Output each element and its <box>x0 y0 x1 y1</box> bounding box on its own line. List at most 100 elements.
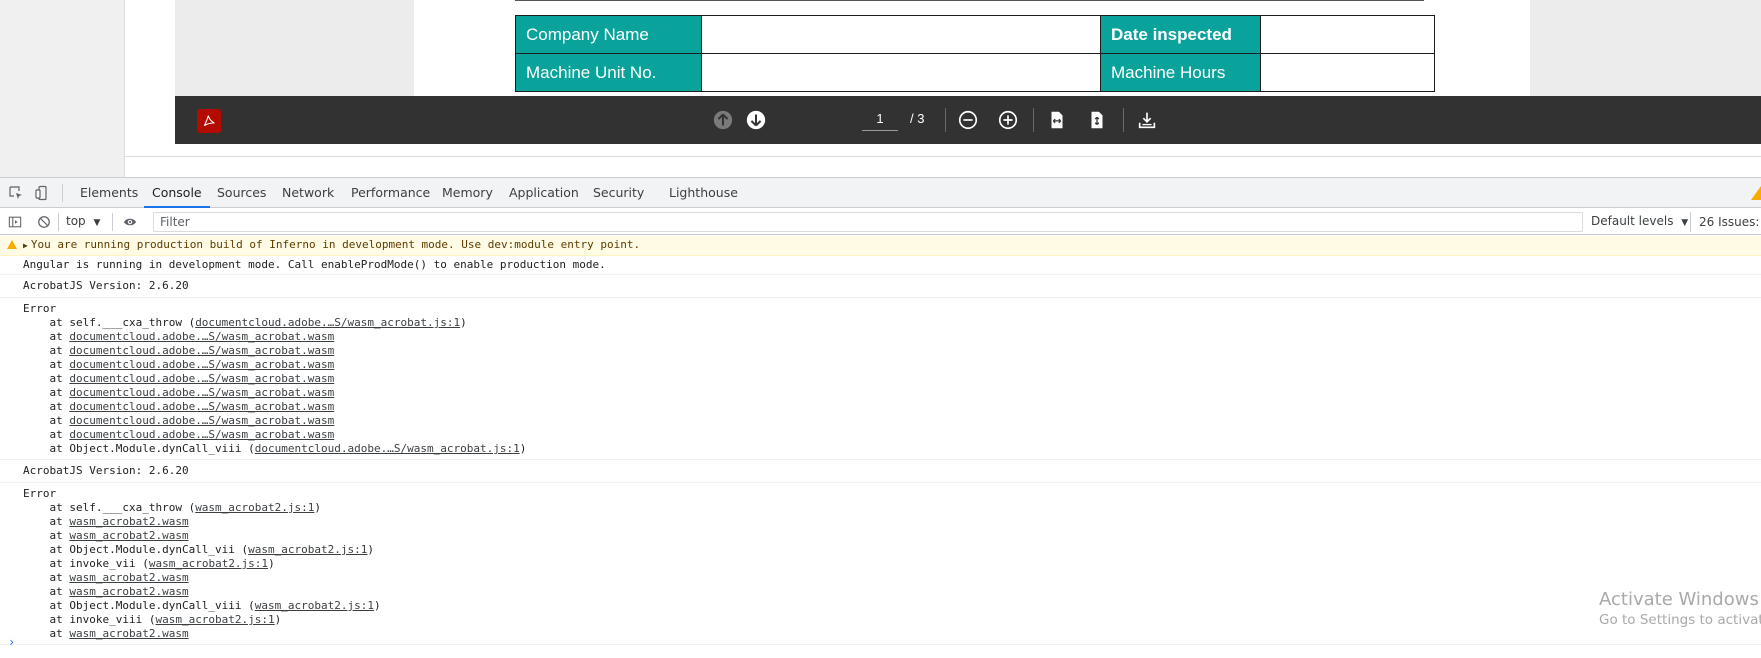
source-link[interactable]: documentcloud.adobe.…S/wasm_acrobat.js:1 <box>195 316 460 329</box>
stack-frame-text: at self.___cxa_throw ( <box>23 501 196 514</box>
stack-frame-text: ) <box>460 316 467 329</box>
source-link[interactable]: documentcloud.adobe.…S/wasm_acrobat.wasm <box>69 358 334 371</box>
tab-elements[interactable]: Elements <box>72 178 146 208</box>
stack-frame-text: at Object.Module.dynCall_viii ( <box>23 442 255 455</box>
chevron-down-icon: ▼ <box>93 218 101 228</box>
zoom-out-icon[interactable] <box>956 108 980 132</box>
stack-frame-text: at <box>23 428 70 441</box>
console-filter-bar: top ▼ Default levels ▼ 26 Issues: <box>0 209 1761 235</box>
source-link[interactable]: documentcloud.adobe.…S/wasm_acrobat.wasm <box>69 400 334 413</box>
console-error-message: Error at self.___cxa_throw (documentclou… <box>0 298 1761 460</box>
stack-frame-text: ) <box>374 599 381 612</box>
source-link[interactable]: wasm_acrobat2.js:1 <box>149 557 268 570</box>
zoom-in-icon[interactable] <box>996 108 1020 132</box>
expand-triangle-icon[interactable]: ▶ <box>23 241 28 250</box>
source-link[interactable]: wasm_acrobat2.js:1 <box>155 613 274 626</box>
source-link[interactable]: wasm_acrobat2.js:1 <box>195 501 314 514</box>
tab-sources[interactable]: Sources <box>209 178 274 208</box>
stack-frame-text: at <box>23 330 70 343</box>
source-link[interactable]: documentcloud.adobe.…S/wasm_acrobat.wasm <box>69 344 334 357</box>
show-sidebar-icon[interactable] <box>6 213 24 231</box>
clear-console-icon[interactable] <box>35 213 53 231</box>
tab-console[interactable]: Console <box>144 178 210 208</box>
source-link[interactable]: wasm_acrobat2.js:1 <box>248 543 367 556</box>
stack-frame: at documentcloud.adobe.…S/wasm_acrobat.w… <box>23 372 1761 386</box>
log-text: AcrobatJS Version: 2.6.20 <box>23 464 189 477</box>
devtools-tab-bar: Elements Console Sources Network Perform… <box>0 178 1761 208</box>
source-link[interactable]: wasm_acrobat2.wasm <box>69 529 188 542</box>
source-link[interactable]: documentcloud.adobe.…S/wasm_acrobat.wasm <box>69 428 334 441</box>
company-name-field[interactable] <box>701 15 1101 54</box>
context-selector-label: top <box>66 214 86 228</box>
machine-hours-field[interactable] <box>1260 53 1435 92</box>
issues-counter-button[interactable]: 26 Issues: <box>1690 212 1761 232</box>
stack-frame: at wasm_acrobat2.wasm <box>23 627 1761 641</box>
devtools-panel: Elements Console Sources Network Perform… <box>0 177 1761 657</box>
machine-hours-label: Machine Hours <box>1100 53 1261 92</box>
next-page-icon[interactable] <box>744 108 768 132</box>
inspect-element-icon[interactable] <box>7 184 25 202</box>
log-text: Angular is running in development mode. … <box>23 258 606 271</box>
source-link[interactable]: wasm_acrobat2.wasm <box>69 571 188 584</box>
source-link[interactable]: documentcloud.adobe.…S/wasm_acrobat.wasm <box>69 414 334 427</box>
tab-lighthouse[interactable]: Lighthouse <box>661 178 746 208</box>
fit-page-icon[interactable] <box>1085 108 1109 132</box>
stack-frame-text: ) <box>274 613 282 626</box>
machine-unit-field[interactable] <box>701 53 1101 92</box>
device-toolbar-icon[interactable] <box>33 184 51 202</box>
error-title: Error <box>23 302 57 315</box>
stack-frame: at documentcloud.adobe.…S/wasm_acrobat.w… <box>23 330 1761 344</box>
stack-frame-text: ) <box>519 442 527 455</box>
stack-frame: at wasm_acrobat2.wasm <box>23 585 1761 599</box>
warning-text: You are running production build of Infe… <box>30 238 641 251</box>
page-total-label: / 3 <box>910 111 925 126</box>
issues-count-label: 26 Issues: <box>1699 215 1760 229</box>
source-link[interactable]: wasm_acrobat2.wasm <box>69 627 188 640</box>
console-prompt[interactable]: › <box>8 635 15 649</box>
acrobat-logo-icon[interactable] <box>197 109 221 133</box>
tab-memory[interactable]: Memory <box>434 178 501 208</box>
source-link[interactable]: documentcloud.adobe.…S/wasm_acrobat.wasm <box>69 330 334 343</box>
stack-frame-text: at <box>23 344 70 357</box>
stack-frame-text: at <box>23 515 70 528</box>
stack-frame-text: at <box>23 400 70 413</box>
download-icon[interactable] <box>1135 108 1159 132</box>
source-link[interactable]: wasm_acrobat2.wasm <box>69 515 188 528</box>
tab-network[interactable]: Network <box>274 178 342 208</box>
source-link[interactable]: documentcloud.adobe.…S/wasm_acrobat.wasm <box>69 372 334 385</box>
stack-frame-text: ) <box>314 501 322 514</box>
context-selector[interactable]: top ▼ <box>66 214 100 228</box>
fit-width-icon[interactable] <box>1045 108 1069 132</box>
live-expression-eye-icon[interactable] <box>121 213 139 231</box>
pdf-toolbar: / 3 <box>175 96 1761 144</box>
previous-page-icon[interactable] <box>711 108 735 132</box>
source-link[interactable]: documentcloud.adobe.…S/wasm_acrobat.js:1 <box>255 442 520 455</box>
stack-frame-text: at <box>23 386 70 399</box>
toolbar-divider <box>1033 108 1034 132</box>
source-link[interactable]: wasm_acrobat2.wasm <box>69 585 188 598</box>
stack-frame: at documentcloud.adobe.…S/wasm_acrobat.w… <box>23 414 1761 428</box>
tab-security[interactable]: Security <box>585 178 652 208</box>
page-number-input[interactable] <box>862 107 898 131</box>
log-levels-dropdown[interactable]: Default levels ▼ <box>1591 214 1688 228</box>
source-link[interactable]: wasm_acrobat2.js:1 <box>255 599 374 612</box>
stack-frame: at documentcloud.adobe.…S/wasm_acrobat.w… <box>23 400 1761 414</box>
page-left-gutter <box>0 0 125 177</box>
toolbar-divider <box>945 108 946 132</box>
tab-performance[interactable]: Performance <box>343 178 438 208</box>
date-inspected-field[interactable] <box>1260 15 1435 54</box>
tab-divider <box>62 184 63 202</box>
warnings-badge-icon[interactable] <box>1751 186 1761 200</box>
tab-application[interactable]: Application <box>501 178 587 208</box>
console-log-message: AcrobatJS Version: 2.6.20 <box>0 460 1761 483</box>
stack-frame: at wasm_acrobat2.wasm <box>23 529 1761 543</box>
windows-activation-watermark: Activate Windows Go to Settings to activ… <box>1599 589 1761 628</box>
source-link[interactable]: documentcloud.adobe.…S/wasm_acrobat.wasm <box>69 386 334 399</box>
filter-divider <box>112 213 113 231</box>
warning-icon <box>7 240 17 249</box>
stack-frame: at documentcloud.adobe.…S/wasm_acrobat.w… <box>23 344 1761 358</box>
console-filter-input[interactable] <box>153 212 1583 232</box>
console-warning-message[interactable]: ▶ You are running production build of Inf… <box>0 236 1761 256</box>
stack-frame-text: at Object.Module.dynCall_vii ( <box>23 543 249 556</box>
error-stack-trace: at self.___cxa_throw (wasm_acrobat2.js:1… <box>23 501 1761 641</box>
